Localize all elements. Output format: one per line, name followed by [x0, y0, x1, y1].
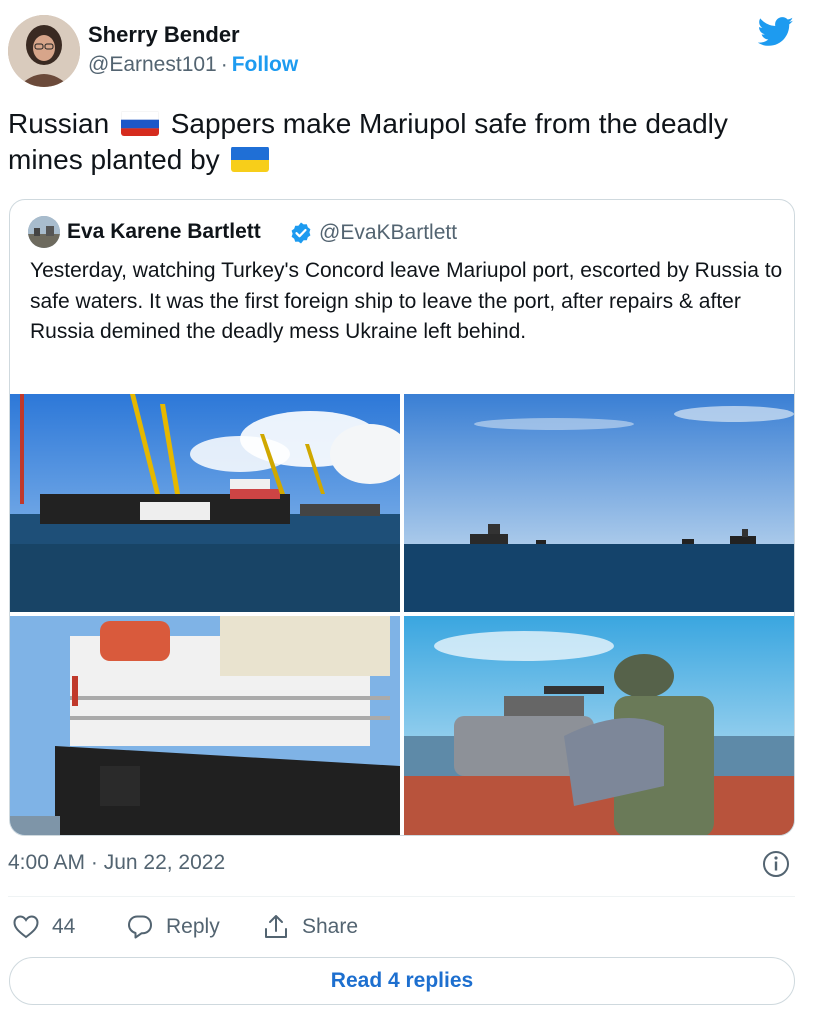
read-replies-button[interactable]: Read 4 replies — [9, 957, 795, 1005]
follow-button[interactable]: Follow — [232, 53, 299, 76]
photo-grid — [10, 394, 794, 835]
reply-label: Reply — [166, 915, 220, 938]
share-upload-icon — [265, 915, 287, 938]
share-button[interactable]: Share — [262, 908, 358, 946]
quoted-tweet-text: Yesterday, watching Turkey's Concord lea… — [30, 259, 783, 343]
reply-bubble-icon — [128, 915, 152, 939]
heart-icon — [13, 915, 39, 939]
reply-button[interactable]: Reply — [126, 908, 220, 946]
russia-flag-icon — [120, 110, 159, 136]
ukraine-flag-icon — [231, 146, 270, 172]
photo-open-sea[interactable] — [404, 394, 794, 612]
verified-badge-icon — [291, 222, 311, 244]
quoted-author-name[interactable]: Eva Karene Bartlett — [67, 220, 261, 244]
tweet-text-part2: Sappers make Mariupol safe from the dead… — [8, 108, 728, 175]
separator-dot: · — [220, 53, 228, 76]
like-button[interactable]: 44 — [12, 908, 75, 946]
quoted-author-avatar[interactable] — [28, 216, 60, 248]
tweet-text: Russian Sappers make Mariupol safe from … — [8, 106, 798, 178]
author-handle-row: @Earnest101 · Follow — [88, 53, 298, 77]
photo-port-cranes[interactable] — [10, 394, 400, 612]
tweet-timestamp[interactable]: 4:00 AM · Jun 22, 2022 — [8, 851, 225, 875]
twitter-bird-icon[interactable] — [758, 16, 794, 48]
author-handle[interactable]: @Earnest101 — [88, 53, 217, 76]
share-label: Share — [302, 915, 359, 938]
tweet-text-part1: Russian — [8, 108, 110, 139]
like-count: 44 — [52, 915, 76, 938]
info-icon[interactable] — [762, 850, 790, 878]
quoted-author-handle[interactable]: @EvaKBartlett — [319, 221, 457, 245]
quoted-tweet[interactable]: Eva Karene Bartlett @EvaKBartlett Yester… — [9, 199, 795, 836]
tweet-card: Sherry Bender @Earnest101 · Follow Russian… — [0, 0, 821, 1024]
photo-soldier-on-boat[interactable] — [404, 616, 794, 835]
photo-ship-hull[interactable] — [10, 616, 400, 835]
divider — [8, 896, 795, 897]
author-avatar[interactable] — [8, 15, 80, 87]
author-name[interactable]: Sherry Bender — [88, 22, 240, 48]
